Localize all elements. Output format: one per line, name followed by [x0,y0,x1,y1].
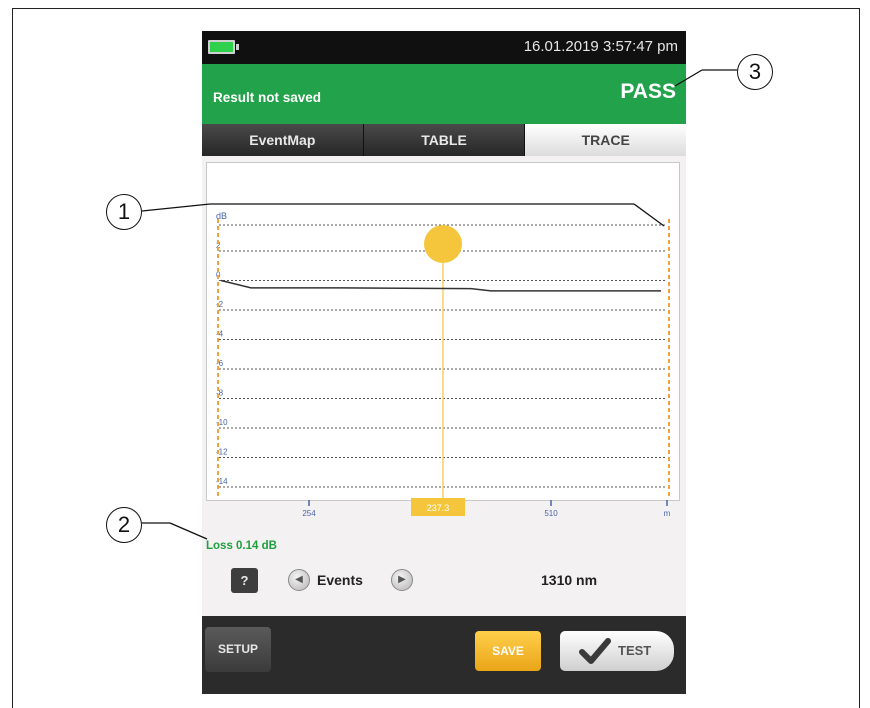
callout-2: 2 [106,507,142,543]
callout-1-leader-left [141,203,211,212]
callout-3-leader-end [674,69,703,87]
callout-overlay [141,69,737,540]
callout-3: 3 [737,54,773,90]
callout-1: 1 [106,194,142,230]
callout-2-leader-end [169,522,208,540]
callout-1-leader-right [633,203,665,227]
